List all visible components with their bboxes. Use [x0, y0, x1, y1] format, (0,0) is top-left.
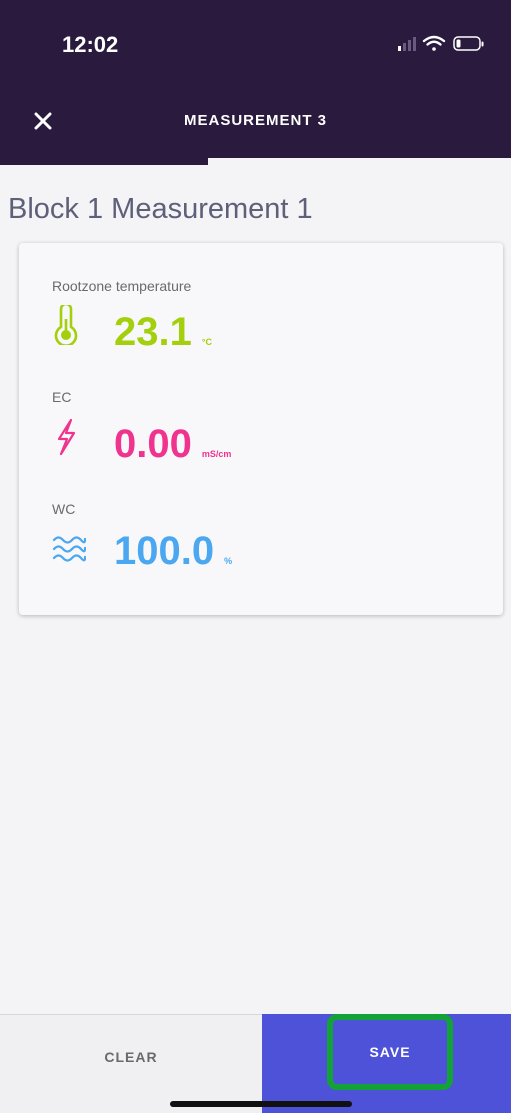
metric-value-ec: 0.00	[114, 422, 192, 466]
progress-track	[208, 158, 511, 165]
home-indicator	[170, 1101, 352, 1107]
thermometer-icon	[52, 303, 88, 347]
signal-icon	[398, 37, 416, 51]
clear-button-label: CLEAR	[104, 1049, 158, 1065]
metric-temperature: 23.1 °C	[52, 303, 212, 355]
metric-unit-temperature: °C	[201, 337, 212, 347]
status-icons	[398, 34, 488, 54]
battery-icon	[453, 36, 484, 51]
save-button-highlight[interactable]: SAVE	[327, 1014, 453, 1090]
measurement-card: Rootzone temperature 23.1 °C EC 0.00 mS/…	[19, 243, 503, 615]
metric-unit-ec: mS/cm	[201, 449, 232, 459]
progress-indicator	[0, 158, 208, 165]
measurement-heading: Block 1 Measurement 1	[8, 193, 313, 225]
lightning-icon	[52, 415, 88, 459]
page-title: MEASUREMENT 3	[183, 112, 327, 129]
metric-unit-wc: %	[224, 556, 233, 566]
metric-value-wc: 100.0	[114, 529, 215, 573]
metric-ec: 0.00 mS/cm	[52, 415, 231, 467]
water-waves-icon	[52, 527, 88, 571]
metric-wc: 100.0 %	[52, 527, 232, 574]
app-header: 12:02 MEASUREMENT 3	[0, 0, 511, 165]
metric-label-temperature: Rootzone temperature	[52, 278, 192, 294]
metric-label-wc: WC	[52, 501, 76, 517]
clear-button[interactable]: CLEAR	[0, 1014, 262, 1113]
save-button-label: SAVE	[369, 1044, 411, 1060]
wifi-icon	[422, 35, 446, 51]
metric-value-temperature: 23.1	[114, 310, 192, 354]
status-time: 12:02	[62, 32, 119, 57]
metric-label-ec: EC	[52, 389, 72, 405]
